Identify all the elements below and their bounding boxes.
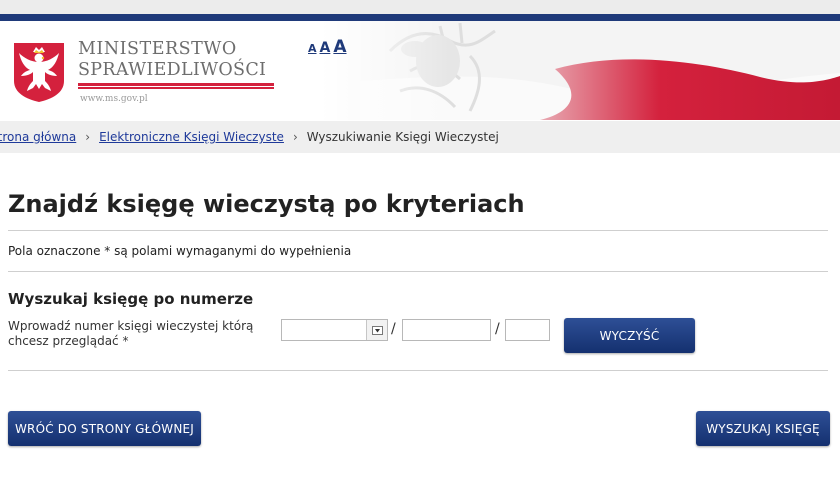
section-title: Wyszukaj księgę po numerze [8, 290, 254, 308]
site-header: MINISTERSTWO SPRAWIEDLIWOŚCI www.ms.gov.… [0, 21, 840, 120]
breadcrumb-current: Wyszukiwanie Księgi Wieczystej [306, 130, 499, 144]
divider [8, 370, 828, 371]
top-gap [0, 0, 840, 14]
brand-flag-stripe [78, 83, 274, 89]
font-size-medium-link[interactable]: A [320, 40, 331, 56]
number-separator: / [391, 321, 396, 337]
divider [8, 271, 828, 272]
breadcrumb-home-link[interactable]: Strona główna [0, 130, 76, 144]
kw-number-input[interactable] [402, 319, 491, 341]
brand-name-line2: SPRAWIEDLIWOŚCI [78, 60, 267, 80]
number-separator: / [495, 321, 500, 337]
brand-name-line1: MINISTERSTWO [78, 39, 237, 59]
divider [8, 230, 828, 231]
header-eagle-flag-banner [320, 21, 840, 120]
breadcrumb-ekw-link[interactable]: Elektroniczne Księgi Wieczyste [99, 130, 284, 144]
dropdown-picker-icon[interactable] [366, 320, 387, 340]
page-title: Znajdź księgę wieczystą po kryteriach [8, 190, 525, 218]
chevron-right-icon: › [85, 130, 91, 144]
chevron-right-icon: › [292, 130, 298, 144]
brand-url: www.ms.gov.pl [80, 94, 148, 104]
kw-number-label: Wprowadź numer księgi wieczystej którą c… [8, 319, 254, 348]
clear-button[interactable]: WYCZYŚĆ [564, 318, 695, 353]
court-code-input[interactable] [282, 320, 366, 340]
back-to-home-button[interactable]: WRÓĆ DO STRONY GŁÓWNEJ [8, 411, 201, 446]
font-size-controls: A A A [308, 37, 347, 57]
court-code-combobox[interactable] [281, 319, 388, 341]
required-fields-note: Pola oznaczone * są polami wymaganymi do… [8, 244, 352, 258]
font-size-small-link[interactable]: A [308, 42, 317, 55]
check-digit-input[interactable] [505, 319, 550, 341]
font-size-large-link[interactable]: A [333, 37, 346, 57]
breadcrumb: Strona główna › Elektroniczne Księgi Wie… [0, 121, 840, 153]
search-kw-button[interactable]: WYSZUKAJ KSIĘGĘ [696, 411, 830, 446]
top-accent-bar [0, 14, 840, 21]
polish-eagle-emblem-logo [14, 43, 64, 102]
